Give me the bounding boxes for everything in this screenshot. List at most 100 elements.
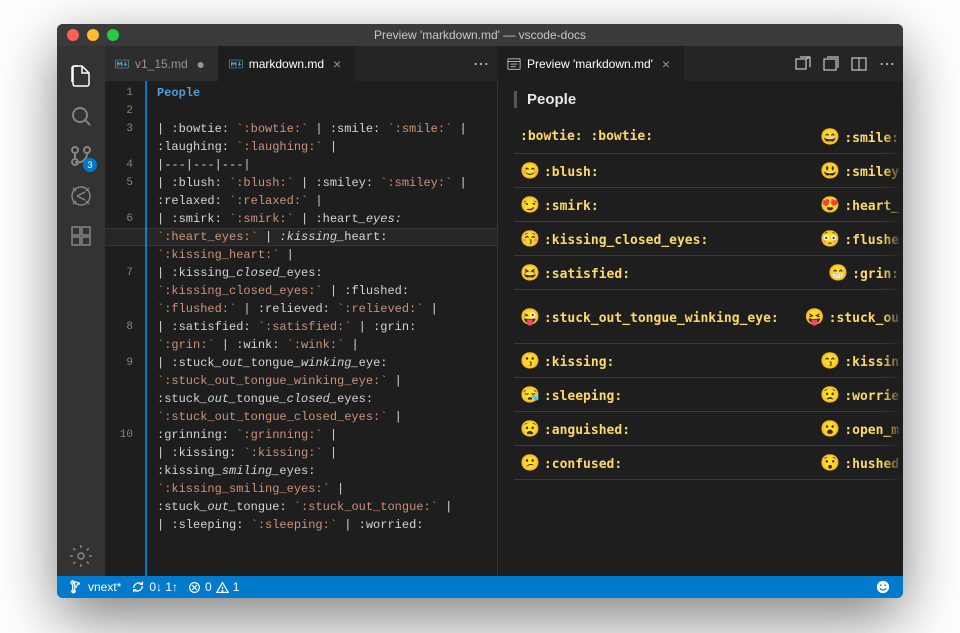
line-number (105, 462, 133, 480)
code-line: `:kissing_closed_eyes:` | :flushed: (157, 282, 497, 300)
emoji-cell: 😚:kissing_closed_eyes: (514, 222, 785, 256)
tab-bar-left: v1_15.md ● markdown.md × ⋯ (105, 46, 497, 81)
status-feedback-icon[interactable] (871, 576, 895, 598)
open-source-icon[interactable] (795, 56, 811, 72)
table-row: :bowtie: :bowtie:😄:smile: (514, 120, 903, 154)
emoji-glyph: 😏 (520, 195, 540, 214)
close-icon[interactable]: × (659, 57, 673, 71)
code-line: | :bowtie: `:bowtie:` | :smile: `:smile:… (157, 120, 497, 138)
emoji-glyph: 😙 (820, 351, 840, 370)
emoji-glyph: 😊 (520, 161, 540, 180)
emoji-glyph: 😝 (805, 307, 825, 326)
editor-group-source: v1_15.md ● markdown.md × ⋯ 12345678910 (105, 46, 497, 576)
tab-label: v1_15.md (135, 57, 188, 71)
emoji-glyph: 😮 (820, 419, 840, 438)
show-source-icon[interactable] (823, 56, 839, 72)
split-editor-icon[interactable] (851, 56, 867, 72)
more-actions-icon[interactable]: ⋯ (473, 54, 489, 74)
preview-heading: People (514, 91, 887, 108)
line-number (105, 444, 133, 462)
code-line: | :blush: `:blush:` | :smiley: `:smiley:… (157, 174, 497, 192)
sync-status: 0↓ 1↑ (149, 580, 178, 594)
emoji-code: :confused: (544, 457, 622, 472)
close-icon[interactable]: × (330, 57, 344, 71)
explorer-icon[interactable] (57, 56, 105, 96)
emoji-cell: 😆:satisfied: (514, 256, 785, 290)
titlebar[interactable]: Preview 'markdown.md' — vscode-docs (57, 24, 903, 46)
line-number: 2 (105, 102, 133, 120)
window-close-button[interactable] (67, 29, 79, 41)
code-line: | :stuck_out_tongue_winking_eye: (157, 354, 497, 372)
more-actions-icon[interactable]: ⋯ (879, 54, 895, 74)
preview-emoji-table: :bowtie: :bowtie:😄:smile:😊:blush:😃:smile… (514, 120, 903, 480)
status-bar: vnext* 0↓ 1↑ 0 1 (57, 576, 903, 598)
line-number (105, 498, 133, 516)
line-number (105, 138, 133, 156)
code-line: People (157, 84, 497, 102)
settings-gear-icon[interactable] (57, 536, 105, 576)
emoji-cell: 😜:stuck_out_tongue_winking_eye: (514, 290, 785, 344)
line-number (105, 390, 133, 408)
tab-preview[interactable]: Preview 'markdown.md' × (497, 46, 684, 81)
code-line: |---|---|---| (157, 156, 497, 174)
emoji-cell: 😏 :smirk: (514, 188, 785, 222)
table-row: 😏:smirk:😍:heart_ (514, 188, 903, 222)
code-line: | :sleeping: `:sleeping:` | :worried: (157, 516, 497, 534)
markdown-file-icon (229, 57, 243, 71)
emoji-code: :sleeping: (544, 389, 622, 404)
line-number: 4 (105, 156, 133, 174)
status-branch[interactable]: vnext* (65, 576, 126, 598)
code-line: :kissing_smiling_eyes: (157, 462, 497, 480)
window-title: Preview 'markdown.md' — vscode-docs (374, 28, 586, 42)
code-line: :relaxed: `:relaxed:` | (157, 192, 497, 210)
code-line: :laughing: `:laughing:` | (157, 138, 497, 156)
code-editor[interactable]: 12345678910 People| :bowtie: `:bowtie:` … (105, 81, 497, 576)
window-maximize-button[interactable] (107, 29, 119, 41)
emoji-glyph: 😯 (820, 453, 840, 472)
line-number-gutter: 12345678910 (105, 81, 145, 576)
emoji-glyph: 😗 (520, 351, 540, 370)
status-sync[interactable]: 0↓ 1↑ (126, 576, 183, 598)
debug-icon[interactable] (57, 176, 105, 216)
code-line: | :kissing: `:kissing:` | (157, 444, 497, 462)
table-row: 😧:anguished:😮:open_m (514, 412, 903, 446)
extensions-icon[interactable] (57, 216, 105, 256)
tab-label: markdown.md (249, 57, 324, 71)
code-text-area[interactable]: People | :bowtie: `:bowtie:` | :smile: `:… (145, 81, 497, 576)
line-number (105, 192, 133, 210)
code-line: | :satisfied: `:satisfied:` | :grin: (157, 318, 497, 336)
line-number (105, 246, 133, 264)
tab-v1-15[interactable]: v1_15.md ● (105, 46, 219, 81)
code-line: `:kissing_smiling_eyes:` | (157, 480, 497, 498)
line-number (105, 282, 133, 300)
emoji-code: :blush: (544, 165, 599, 180)
emoji-glyph: 😁 (828, 263, 848, 282)
code-line (157, 102, 497, 120)
emoji-code: :anguished: (544, 423, 630, 438)
tab-dirty-indicator[interactable]: ● (194, 57, 208, 71)
markdown-file-icon (115, 57, 129, 71)
table-row: 😪:sleeping:😟:worrie (514, 378, 903, 412)
editor-group-preview: Preview 'markdown.md' × ⋯ (497, 46, 903, 576)
branch-name: vnext* (88, 580, 121, 594)
emoji-glyph: 😕 (520, 453, 540, 472)
emoji-code: :smirk: (544, 199, 599, 214)
emoji-glyph: 😆 (520, 263, 540, 282)
activity-bar: 3 (57, 46, 105, 576)
emoji-glyph: 😪 (520, 385, 540, 404)
window-minimize-button[interactable] (87, 29, 99, 41)
emoji-glyph: 😧 (520, 419, 540, 438)
search-icon[interactable] (57, 96, 105, 136)
tab-markdown-md[interactable]: markdown.md × (219, 46, 355, 81)
line-number: 3 (105, 120, 133, 138)
source-control-icon[interactable]: 3 (57, 136, 105, 176)
markdown-preview[interactable]: People :bowtie: :bowtie:😄:smile: 😊 :blush:… (497, 81, 903, 576)
emoji-cell: 😊 :blush: (514, 154, 785, 188)
line-number: 8 (105, 318, 133, 336)
line-number: 6 (105, 210, 133, 228)
line-number (105, 228, 133, 246)
status-problems[interactable]: 0 1 (183, 576, 244, 598)
error-count: 0 (205, 580, 212, 594)
scm-badge: 3 (83, 158, 97, 172)
line-number: 9 (105, 354, 133, 372)
